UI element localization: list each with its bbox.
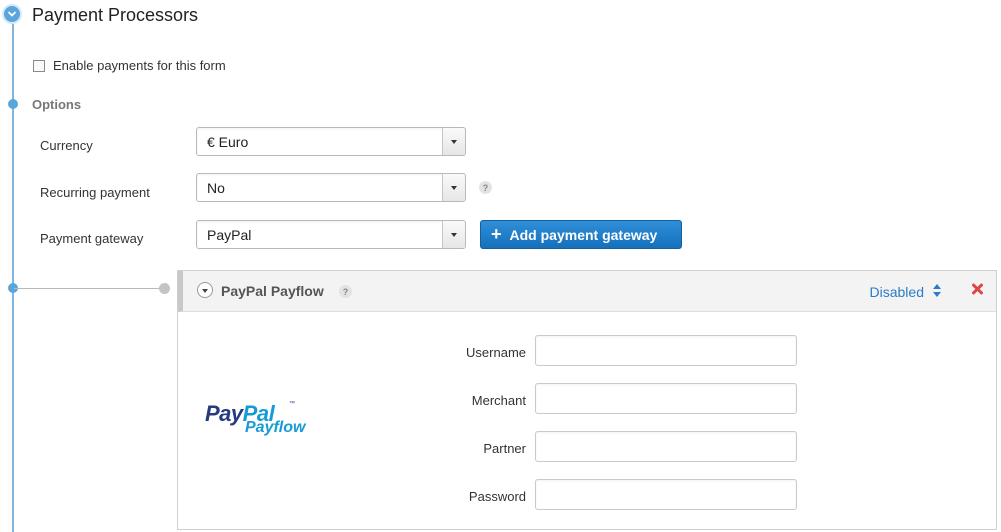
chevron-down-icon <box>442 221 465 248</box>
timeline-line <box>12 20 14 532</box>
recurring-payment-select-value: No <box>207 180 225 196</box>
options-heading: Options <box>32 97 82 112</box>
payment-gateway-select[interactable]: PayPal <box>196 220 466 249</box>
gateway-panel-header: PayPal Payflow ? Disabled <box>178 271 996 312</box>
gateway-status-select[interactable]: Disabled <box>870 284 924 300</box>
gateway-panel: PayPal Payflow ? Disabled PayPal ™ Payfl… <box>177 270 997 530</box>
enable-payments-label: Enable payments for this form <box>53 58 226 73</box>
collapse-toggle-icon[interactable] <box>197 282 213 298</box>
logo-trademark: ™ <box>289 401 295 407</box>
gateway-panel-title: PayPal Payflow <box>221 283 324 299</box>
gateway-connector <box>14 288 162 289</box>
plus-icon: + <box>491 223 502 244</box>
logo-payflow-text: Payflow <box>245 419 306 436</box>
partner-label: Partner <box>483 441 526 456</box>
username-input[interactable] <box>535 335 797 366</box>
currency-select-value: € Euro <box>207 134 249 150</box>
currency-label: Currency <box>40 138 93 153</box>
add-payment-gateway-button[interactable]: + Add payment gateway <box>480 220 682 249</box>
page-title: Payment Processors <box>32 5 199 25</box>
close-icon[interactable] <box>970 282 984 296</box>
add-payment-gateway-label: Add payment gateway <box>509 226 658 243</box>
password-input[interactable] <box>535 479 797 510</box>
help-icon[interactable]: ? <box>339 285 352 298</box>
paypal-payflow-logo: PayPal ™ Payflow <box>205 401 315 441</box>
password-label: Password <box>468 489 526 504</box>
enable-payments-row[interactable]: Enable payments for this form <box>33 58 226 73</box>
sort-arrows-icon[interactable] <box>933 282 941 300</box>
chevron-down-icon <box>442 128 465 155</box>
timeline-node-options <box>8 99 18 109</box>
payment-gateway-select-value: PayPal <box>207 227 252 243</box>
payment-gateway-label: Payment gateway <box>40 231 144 246</box>
chevron-down-icon <box>442 174 465 201</box>
section-toggle[interactable] <box>2 4 22 24</box>
merchant-label: Merchant <box>471 393 526 408</box>
recurring-payment-label: Recurring payment <box>40 185 150 200</box>
currency-select[interactable]: € Euro <box>196 127 466 156</box>
username-label: Username <box>466 345 526 360</box>
merchant-input[interactable] <box>535 383 797 414</box>
chevron-down-icon <box>7 11 17 17</box>
partner-input[interactable] <box>535 431 797 462</box>
help-icon[interactable]: ? <box>479 181 492 194</box>
recurring-payment-select[interactable]: No <box>196 173 466 202</box>
enable-payments-checkbox[interactable] <box>33 59 45 72</box>
gateway-connector-dot <box>159 283 170 294</box>
